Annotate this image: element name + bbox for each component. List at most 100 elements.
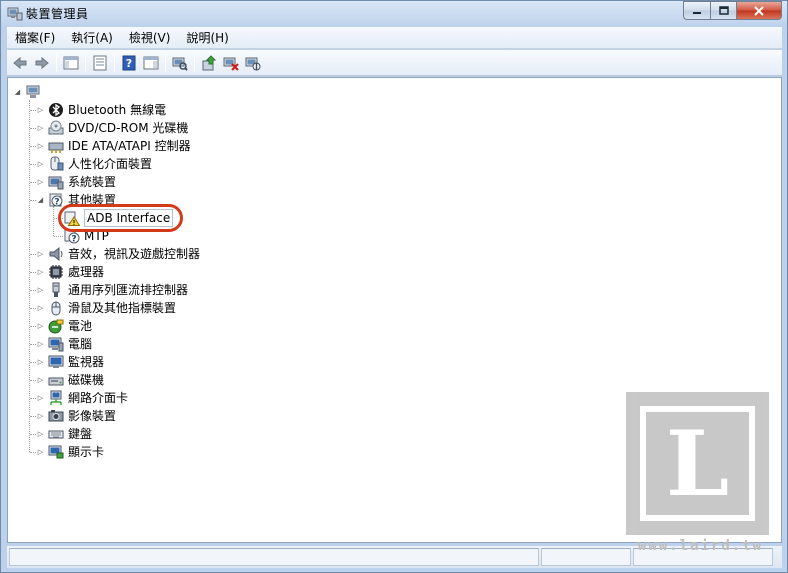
network-adapter-icon xyxy=(48,390,64,406)
expand-arrow-icon[interactable]: ▷ xyxy=(36,124,45,133)
expand-arrow-icon[interactable]: ▷ xyxy=(36,394,45,403)
tree-item-label: 電池 xyxy=(68,319,93,333)
tree-item-label: 系統裝置 xyxy=(68,175,117,189)
svg-text:?: ? xyxy=(54,198,59,208)
expand-arrow-icon[interactable]: ▷ xyxy=(36,376,45,385)
properties-button[interactable] xyxy=(89,52,111,74)
title-bar[interactable]: 裝置管理員 xyxy=(1,1,787,27)
action-pane-button[interactable] xyxy=(140,52,162,74)
expand-arrow-icon[interactable]: ▷ xyxy=(36,250,45,259)
tree-item-label: 人性化介面裝置 xyxy=(68,157,153,171)
close-button[interactable] xyxy=(736,1,782,20)
toolbar-separator xyxy=(194,53,195,72)
imaging-device-icon xyxy=(48,408,64,424)
tree-item[interactable]: ▷ 監視器 xyxy=(36,353,104,371)
watermark-logo: L xyxy=(626,392,769,535)
show-hide-console-tree-button[interactable] xyxy=(60,52,82,74)
processor-icon xyxy=(48,264,64,280)
battery-icon xyxy=(48,318,64,334)
tree-item-label: 處理器 xyxy=(68,265,105,279)
help-button[interactable]: ? xyxy=(118,52,140,74)
uninstall-button[interactable] xyxy=(220,52,242,74)
expand-arrow-icon[interactable]: ▷ xyxy=(36,142,45,151)
help-icon: ? xyxy=(122,55,136,70)
expand-arrow-icon[interactable]: ▷ xyxy=(36,358,45,367)
tree-item[interactable]: ▷ DVD/CD-ROM 光碟機 xyxy=(36,119,188,137)
expand-arrow-icon[interactable]: ▷ xyxy=(36,106,45,115)
tree-item[interactable]: ▷ IDE ATA/ATAPI 控制器 xyxy=(36,137,191,155)
expand-arrow-icon[interactable]: ▷ xyxy=(36,412,45,421)
tree-connector xyxy=(53,206,54,236)
tree-item[interactable]: ▷ 音效，視訊及遊戲控制器 xyxy=(36,245,200,263)
menu-help[interactable]: 說明(H) xyxy=(178,28,236,48)
tree-item-label: Bluetooth 無線電 xyxy=(68,103,167,117)
expand-arrow-icon[interactable]: ▷ xyxy=(36,322,45,331)
menu-action[interactable]: 執行(A) xyxy=(63,28,121,48)
tree-root[interactable]: ◢ xyxy=(13,83,45,101)
usb-icon xyxy=(48,282,64,298)
svg-text:?: ? xyxy=(71,235,76,245)
tree-item-label: 監視器 xyxy=(68,355,105,369)
minimize-icon xyxy=(693,11,701,14)
tree-item[interactable]: ▷ 系統裝置 xyxy=(36,173,116,191)
monitor-icon xyxy=(48,354,64,370)
tree-item[interactable]: ▷ 磁碟機 xyxy=(36,371,104,389)
tree-item-label: IDE ATA/ATAPI 控制器 xyxy=(68,139,191,153)
show-hide-console-tree-icon xyxy=(63,56,79,69)
menu-file[interactable]: 檔案(F) xyxy=(7,28,63,48)
display-adapter-icon xyxy=(48,444,64,460)
optical-drive-icon xyxy=(48,120,64,136)
highlight-annotation xyxy=(58,204,183,232)
tree-item[interactable]: ▷ 顯示卡 xyxy=(36,443,104,461)
tree-item-label: 網路介面卡 xyxy=(68,391,129,405)
scan-hardware-icon xyxy=(172,57,188,71)
expand-arrow-icon[interactable]: ▷ xyxy=(36,178,45,187)
computer-icon xyxy=(25,84,41,100)
expand-arrow-icon[interactable]: ▷ xyxy=(36,340,45,349)
back-icon xyxy=(13,56,27,69)
tree-item[interactable]: ▷ 滑鼠及其他指標裝置 xyxy=(36,299,176,317)
tree-item[interactable]: ▷ 處理器 xyxy=(36,263,104,281)
collapse-arrow-icon[interactable]: ◢ xyxy=(36,196,45,205)
scan-hardware-button[interactable] xyxy=(169,52,191,74)
system-devices-icon xyxy=(48,174,64,190)
watermark-text: www.laird.tw xyxy=(637,538,764,554)
expand-arrow-icon[interactable]: ▷ xyxy=(36,448,45,457)
expand-arrow-icon[interactable]: ▷ xyxy=(36,268,45,277)
expand-arrow-icon[interactable]: ▷ xyxy=(36,286,45,295)
tree-item[interactable]: ▷ Bluetooth 無線電 xyxy=(36,101,166,119)
collapse-arrow-icon[interactable]: ◢ xyxy=(13,88,22,97)
keyboard-icon xyxy=(48,426,64,442)
disable-icon xyxy=(245,57,261,70)
expand-arrow-icon[interactable]: ▷ xyxy=(36,430,45,439)
svg-text:?: ? xyxy=(126,57,132,70)
tree-item[interactable]: ▷ 影像裝置 xyxy=(36,407,116,425)
tree-item[interactable]: ▷ 網路介面卡 xyxy=(36,389,128,407)
update-driver-button[interactable] xyxy=(198,52,220,74)
tree-item[interactable]: ▷ 電腦 xyxy=(36,335,92,353)
action-pane-icon xyxy=(143,56,159,69)
tree-item[interactable]: ▷ 通用序列匯流排控制器 xyxy=(36,281,188,299)
tree-item-label: 顯示卡 xyxy=(68,445,105,459)
toolbar: ? xyxy=(7,50,782,76)
minimize-button[interactable] xyxy=(683,1,710,20)
expand-arrow-icon[interactable]: ▷ xyxy=(36,160,45,169)
back-button[interactable] xyxy=(9,52,31,74)
watermark-letter: L xyxy=(665,410,730,517)
tree-item[interactable]: ▷ 鍵盤 xyxy=(36,425,92,443)
maximize-button[interactable] xyxy=(710,1,736,20)
disable-button[interactable] xyxy=(242,52,264,74)
audio-icon xyxy=(48,246,64,262)
tree-item-label: 通用序列匯流排控制器 xyxy=(68,283,189,297)
tree-item[interactable]: ▷ 人性化介面裝置 xyxy=(36,155,152,173)
expand-arrow-icon[interactable]: ▷ xyxy=(36,304,45,313)
status-pane-main xyxy=(9,548,539,566)
menu-view[interactable]: 檢視(V) xyxy=(121,28,179,48)
uninstall-icon xyxy=(223,57,239,71)
toolbar-separator xyxy=(114,53,115,72)
forward-button[interactable] xyxy=(31,52,53,74)
window-title: 裝置管理員 xyxy=(26,7,89,21)
forward-icon xyxy=(35,56,49,69)
tree-item-label: 滑鼠及其他指標裝置 xyxy=(68,301,177,315)
tree-item[interactable]: ▷ 電池 xyxy=(36,317,92,335)
